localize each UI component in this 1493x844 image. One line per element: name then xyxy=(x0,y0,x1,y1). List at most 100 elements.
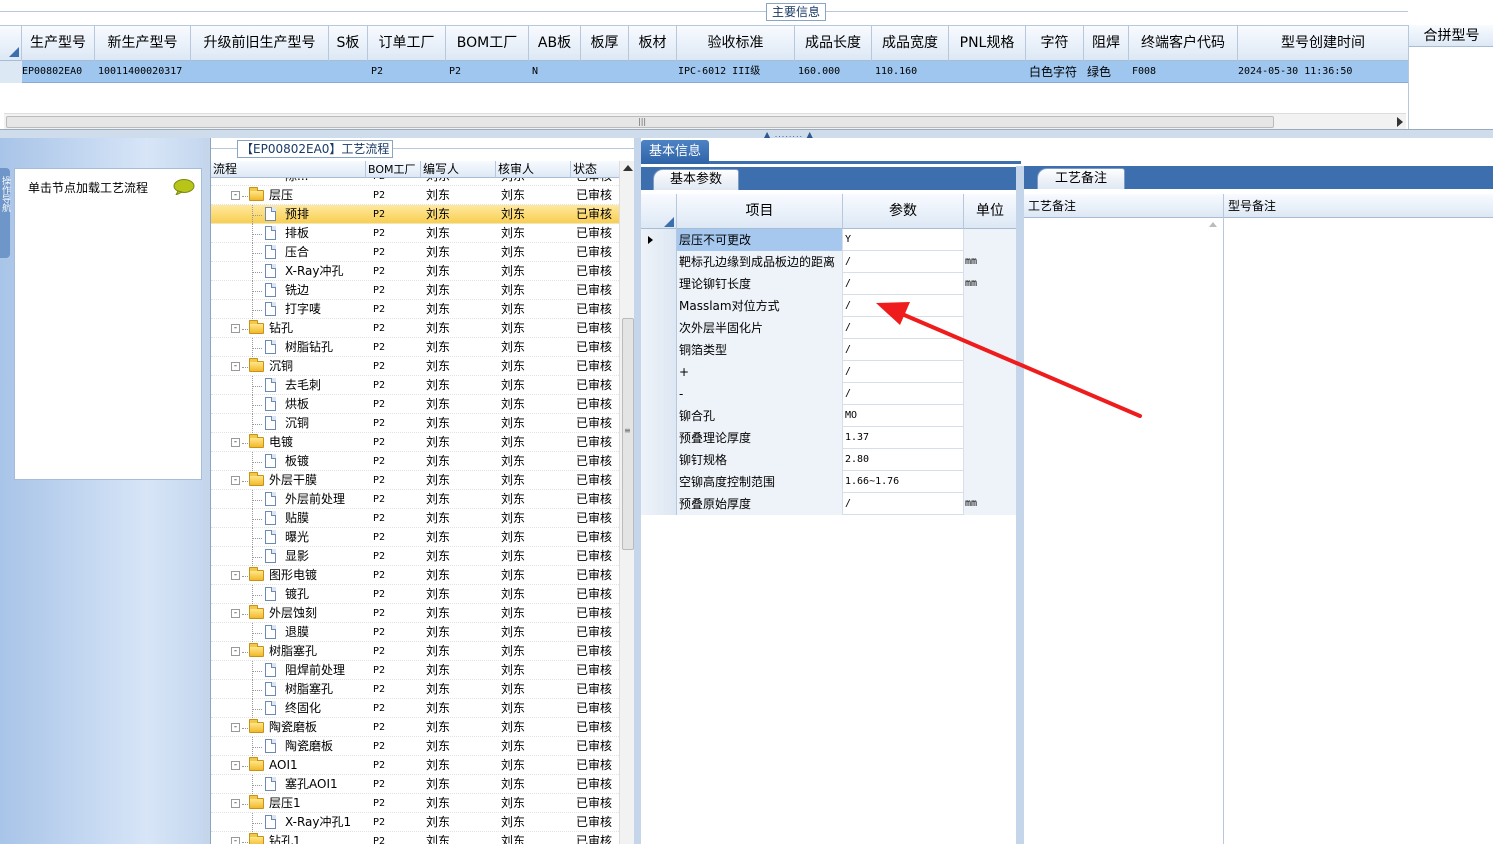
vertical-scrollbar[interactable]: ≡ xyxy=(619,161,635,844)
scrollbar-thumb[interactable]: ≡ xyxy=(622,318,634,550)
cell-ab-board[interactable]: N xyxy=(529,61,581,83)
row-indicator[interactable] xyxy=(641,229,677,251)
tree-leaf-row[interactable]: 镀孔 P2 刘东 刘东 已审核 xyxy=(211,585,619,604)
param-row[interactable]: 预叠原始厚度 / mm xyxy=(641,493,1016,515)
cell-old-model[interactable] xyxy=(191,61,329,83)
tree-leaf-row[interactable]: 曝光 P2 刘东 刘东 已审核 xyxy=(211,528,619,547)
tree-row-partial[interactable]: 除... P2 刘东 刘东 已审核 xyxy=(211,178,619,186)
param-value[interactable]: 1.37 xyxy=(843,427,964,449)
param-item[interactable]: 层压不可更改 xyxy=(677,229,843,251)
col-header-standard[interactable]: 验收标准 xyxy=(677,26,795,61)
param-unit[interactable]: mm xyxy=(964,493,1016,515)
col-header-checker[interactable]: 核审人 xyxy=(496,161,571,178)
tree-leaf-row[interactable]: X-Ray冲孔1 P2 刘东 刘东 已审核 xyxy=(211,813,619,832)
param-item[interactable]: 理论铆钉长度 xyxy=(677,273,843,295)
col-header-unit[interactable]: 单位 xyxy=(964,194,1016,229)
col-header-s-board[interactable]: S板 xyxy=(329,26,368,61)
param-unit[interactable]: mm xyxy=(964,273,1016,295)
col-header-thickness[interactable]: 板厚 xyxy=(581,26,629,61)
tab-basic-info[interactable]: 基本信息 xyxy=(641,140,709,164)
row-indicator[interactable] xyxy=(641,317,677,339)
cell-width[interactable]: 110.160 xyxy=(872,61,949,83)
col-header-character[interactable]: 字符 xyxy=(1026,26,1084,61)
param-value[interactable]: 1.66~1.76 xyxy=(843,471,964,493)
row-indicator[interactable] xyxy=(641,405,677,427)
col-header-bom-factory[interactable]: BOM工厂 xyxy=(446,26,529,61)
param-row[interactable]: 次外层半固化片 / xyxy=(641,317,1016,339)
param-row[interactable]: 预叠理论厚度 1.37 xyxy=(641,427,1016,449)
col-header-param[interactable]: 参数 xyxy=(843,194,964,229)
tree-leaf-row[interactable]: 沉铜 P2 刘东 刘东 已审核 xyxy=(211,414,619,433)
param-unit[interactable] xyxy=(964,295,1016,317)
param-value[interactable]: / xyxy=(843,295,964,317)
tree-folder-row[interactable]: - 电镀 P2 刘东 刘东 已审核 xyxy=(211,433,619,452)
row-indicator-header[interactable] xyxy=(641,194,677,229)
tree-folder-row[interactable]: - AOI1 P2 刘东 刘东 已审核 xyxy=(211,756,619,775)
col-header-length[interactable]: 成品长度 xyxy=(795,26,872,61)
col-header-material[interactable]: 板材 xyxy=(629,26,677,61)
tree-leaf-row[interactable]: 板镀 P2 刘东 刘东 已审核 xyxy=(211,452,619,471)
tree-leaf-row[interactable]: X-Ray冲孔 P2 刘东 刘东 已审核 xyxy=(211,262,619,281)
col-header-status[interactable]: 状态 xyxy=(571,161,619,178)
param-value[interactable]: / xyxy=(843,383,964,405)
param-unit[interactable] xyxy=(964,427,1016,449)
param-row[interactable]: - / xyxy=(641,383,1016,405)
param-item[interactable]: + xyxy=(677,361,843,383)
collapse-icon[interactable]: - xyxy=(231,476,240,485)
tab-process-remarks[interactable]: 工艺备注 xyxy=(1037,168,1125,189)
cell-length[interactable]: 160.000 xyxy=(795,61,872,83)
row-indicator[interactable] xyxy=(641,251,677,273)
param-unit[interactable] xyxy=(964,383,1016,405)
param-unit[interactable] xyxy=(964,229,1016,251)
param-value[interactable]: / xyxy=(843,273,964,295)
collapse-icon[interactable]: - xyxy=(231,647,240,656)
tree-folder-row[interactable]: - 钻孔 P2 刘东 刘东 已审核 xyxy=(211,319,619,338)
row-indicator[interactable] xyxy=(641,493,677,515)
tree-folder-row[interactable]: - 图形电镀 P2 刘东 刘东 已审核 xyxy=(211,566,619,585)
tree-leaf-row[interactable]: 打字唛 P2 刘东 刘东 已审核 xyxy=(211,300,619,319)
param-unit[interactable] xyxy=(964,317,1016,339)
horizontal-splitter[interactable]: ▲ ........ ▲ xyxy=(0,130,1493,139)
right-splitter[interactable] xyxy=(1016,166,1024,844)
param-value[interactable]: / xyxy=(843,251,964,273)
collapse-icon[interactable]: - xyxy=(231,191,240,200)
cell-character[interactable]: 白色字符 xyxy=(1026,61,1084,83)
tree-leaf-row[interactable]: 树脂钻孔 P2 刘东 刘东 已审核 xyxy=(211,338,619,357)
row-indicator[interactable] xyxy=(641,383,677,405)
left-splitter[interactable] xyxy=(203,138,210,844)
param-value[interactable]: / xyxy=(843,317,964,339)
cell-order-factory[interactable]: P2 xyxy=(368,61,446,83)
tab-basic-params[interactable]: 基本参数 xyxy=(653,169,739,190)
col-header-flow[interactable]: 流程 xyxy=(211,161,366,178)
col-header-ab-board[interactable]: AB板 xyxy=(529,26,581,61)
col-header-bom-factory[interactable]: BOM工厂 xyxy=(366,161,421,178)
tree-leaf-row[interactable]: 预排 P2 刘东 刘东 已审核 xyxy=(211,205,619,224)
param-item[interactable]: 预叠原始厚度 xyxy=(677,493,843,515)
cell-thickness[interactable] xyxy=(581,61,629,83)
col-header-pnl[interactable]: PNL规格 xyxy=(949,26,1026,61)
cell-create-time[interactable]: 2024-05-30 11:36:50 xyxy=(1235,61,1408,83)
tree-folder-row[interactable]: - 外层干膜 P2 刘东 刘东 已审核 xyxy=(211,471,619,490)
collapse-icon[interactable]: - xyxy=(231,723,240,732)
cell-solder-mask[interactable]: 绿色 xyxy=(1084,61,1129,83)
scroll-right-icon[interactable] xyxy=(1397,117,1403,127)
row-indicator[interactable] xyxy=(641,449,677,471)
load-process-hint[interactable]: 单击节点加载工艺流程 xyxy=(28,179,148,196)
tree-folder-row[interactable]: - 钻孔1 P2 刘东 刘东 已审核 xyxy=(211,832,619,844)
param-value[interactable]: Y xyxy=(843,229,964,251)
cell-material[interactable] xyxy=(629,61,677,83)
collapse-icon[interactable]: - xyxy=(231,571,240,580)
tree-leaf-row[interactable]: 压合 P2 刘东 刘东 已审核 xyxy=(211,243,619,262)
param-item[interactable]: 预叠理论厚度 xyxy=(677,427,843,449)
tree-folder-row[interactable]: - 树脂塞孔 P2 刘东 刘东 已审核 xyxy=(211,642,619,661)
param-row[interactable]: 铆合孔 MO xyxy=(641,405,1016,427)
model-remark-textarea[interactable] xyxy=(1224,218,1493,844)
col-header-old-model[interactable]: 升级前旧生产型号 xyxy=(191,26,329,61)
tree-folder-row[interactable]: - 沉铜 P2 刘东 刘东 已审核 xyxy=(211,357,619,376)
tree-leaf-row[interactable]: 排板 P2 刘东 刘东 已审核 xyxy=(211,224,619,243)
process-remark-textarea[interactable] xyxy=(1026,218,1224,844)
col-header-order-factory[interactable]: 订单工厂 xyxy=(368,26,446,61)
tree-leaf-row[interactable]: 贴膜 P2 刘东 刘东 已审核 xyxy=(211,509,619,528)
row-indicator[interactable] xyxy=(641,295,677,317)
param-row[interactable]: 铜箔类型 / xyxy=(641,339,1016,361)
